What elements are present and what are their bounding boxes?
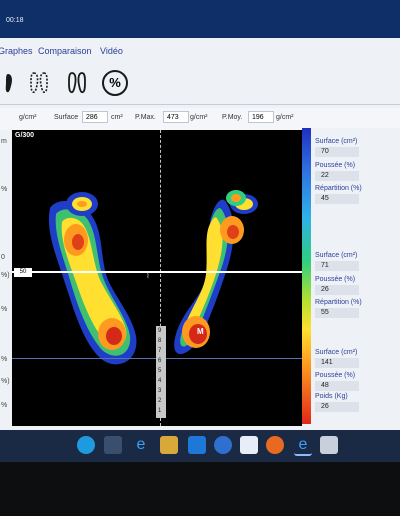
left-label: % bbox=[1, 402, 8, 409]
left-repartition-label: Répartition (%) bbox=[315, 185, 362, 192]
pressure-color-scale bbox=[302, 128, 311, 424]
left-poussee-value: 22 bbox=[315, 171, 359, 181]
total-poussee-value: 48 bbox=[315, 381, 359, 391]
surface-unit: cm² bbox=[111, 114, 123, 121]
ruler-digit: 6 bbox=[158, 358, 162, 364]
ruler-digit: 3 bbox=[158, 388, 162, 394]
right-repartition-value: 55 bbox=[315, 308, 359, 318]
max-pressure-label: M bbox=[197, 327, 204, 336]
ruler-digit: 7 bbox=[158, 348, 162, 354]
left-column: m % 0 %) % % %) % bbox=[0, 130, 12, 430]
single-foot-icon[interactable] bbox=[0, 70, 26, 96]
cursor-glyph: ⧘ bbox=[147, 270, 149, 280]
percent-icon[interactable]: % bbox=[102, 70, 128, 96]
horizontal-cursor-line[interactable] bbox=[12, 271, 302, 273]
menu-comparaison[interactable]: Comparaison bbox=[38, 46, 92, 56]
right-poussee-value: 26 bbox=[315, 285, 359, 295]
ruler-digit: 9 bbox=[158, 328, 162, 334]
left-footprint bbox=[48, 192, 137, 365]
total-surface-value: 141 bbox=[315, 358, 359, 368]
weight-label: Poids (Kg) bbox=[315, 393, 348, 400]
app-window: 00:18 Graphes Comparaison Vidéo % g/cm² … bbox=[0, 0, 400, 470]
left-label: %) bbox=[1, 378, 10, 385]
pmoy-unit: g/cm² bbox=[276, 114, 294, 121]
left-surface-label: Surface (cm²) bbox=[315, 138, 358, 145]
feet-pattern-icon[interactable] bbox=[26, 70, 52, 96]
ruler-digit: 2 bbox=[158, 398, 162, 404]
left-label: m bbox=[1, 138, 7, 145]
weight-value: 26 bbox=[315, 402, 359, 412]
unit-label-1: g/cm² bbox=[19, 114, 37, 121]
total-surface-label: Surface (cm²) bbox=[315, 349, 358, 356]
left-poussee-label: Poussée (%) bbox=[315, 162, 356, 169]
stats-panel: Surface (cm²) 70 Poussée (%) 22 Répartit… bbox=[311, 128, 400, 428]
feet-pressure-icon[interactable] bbox=[64, 70, 90, 96]
dropbox-icon[interactable] bbox=[188, 436, 206, 454]
left-label: % bbox=[1, 306, 8, 313]
ruler-digit: 4 bbox=[158, 378, 162, 384]
left-surface-value: 70 bbox=[315, 147, 359, 157]
pmax-label: P.Max. bbox=[135, 114, 156, 121]
monitor-bezel bbox=[0, 462, 400, 516]
surface-field[interactable]: 286 bbox=[82, 111, 108, 123]
left-label: 0 bbox=[1, 254, 5, 261]
store-icon[interactable] bbox=[104, 436, 122, 454]
ruler-digit: 5 bbox=[158, 368, 162, 374]
clock-text: 00:18 bbox=[6, 17, 24, 24]
left-label: % bbox=[1, 356, 8, 363]
mail-icon[interactable] bbox=[240, 436, 258, 454]
pmax-unit: g/cm² bbox=[190, 114, 208, 121]
total-poussee-label: Poussée (%) bbox=[315, 372, 356, 379]
ruler-digit: 1 bbox=[158, 408, 162, 414]
edge-icon[interactable]: e bbox=[132, 436, 150, 454]
height-ruler: 9 8 7 6 5 4 3 2 1 bbox=[156, 326, 166, 418]
toolbar: % bbox=[0, 62, 400, 105]
chrome-icon[interactable] bbox=[214, 436, 232, 454]
pmoy-field[interactable]: 196 bbox=[248, 111, 274, 123]
pmax-field[interactable]: 473 bbox=[163, 111, 189, 123]
ruler-digit: 8 bbox=[158, 338, 162, 344]
surface-label: Surface bbox=[54, 114, 79, 121]
cursor-marker[interactable]: 50 bbox=[14, 268, 32, 277]
taskbar: e e bbox=[0, 430, 400, 462]
left-label: %) bbox=[1, 272, 10, 279]
edge-active-icon[interactable]: e bbox=[294, 436, 312, 456]
scale-label: G/300 bbox=[15, 132, 35, 139]
right-surface-label: Surface (cm²) bbox=[315, 252, 358, 259]
right-repartition-label: Répartition (%) bbox=[315, 299, 362, 306]
skype-icon[interactable] bbox=[77, 436, 95, 454]
app-icon[interactable] bbox=[320, 436, 338, 454]
firefox-icon[interactable] bbox=[266, 436, 284, 454]
pmoy-label: P.Moy. bbox=[222, 114, 243, 121]
menu-video[interactable]: Vidéo bbox=[100, 46, 123, 56]
explorer-icon[interactable] bbox=[160, 436, 178, 454]
menu-graphes[interactable]: Graphes bbox=[0, 46, 33, 56]
left-repartition-value: 45 bbox=[315, 194, 359, 204]
title-bar: 00:18 bbox=[0, 0, 400, 38]
right-surface-value: 71 bbox=[315, 261, 359, 271]
pressure-map[interactable]: G/300 50 ⧘ M 9 8 7 6 5 4 3 2 1 bbox=[12, 130, 302, 426]
right-poussee-label: Poussée (%) bbox=[315, 276, 356, 283]
menu-bar: Graphes Comparaison Vidéo bbox=[0, 38, 400, 62]
left-label: % bbox=[1, 186, 8, 193]
